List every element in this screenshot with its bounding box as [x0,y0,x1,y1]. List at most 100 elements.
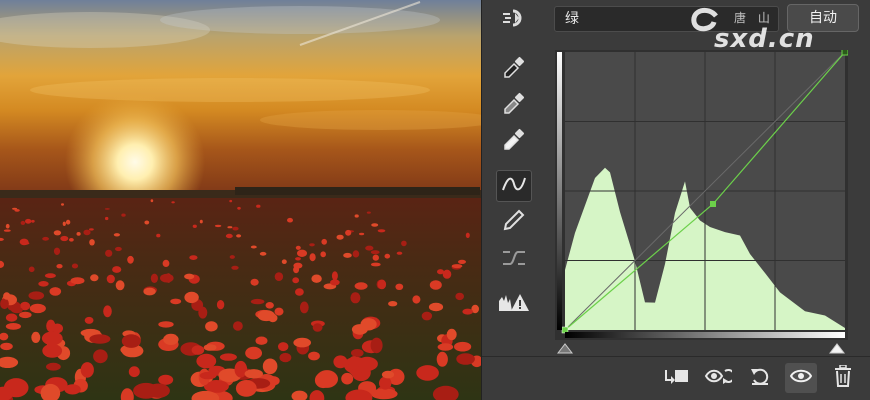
poppy-flower [377,229,386,233]
poppy-flower [412,295,421,304]
poppy-flower [244,369,263,379]
targeted-adjust-icon [501,7,527,33]
poppy-flower [436,351,448,367]
visibility-eye-icon [789,368,813,388]
poppy-flower [232,226,239,231]
poppy-flower [171,201,175,204]
white-input-slider[interactable] [828,343,846,354]
poppy-flower [106,274,115,284]
poppy-flower [341,372,354,385]
poppy-flower [278,342,289,352]
poppy-flower [163,333,179,345]
poppy-flower [231,265,239,270]
white-point-tool[interactable] [496,126,532,158]
poppy-flower [192,224,197,228]
poppy-flower [31,331,41,343]
pencil-tool[interactable] [496,206,532,238]
poppy-flower [372,254,379,261]
poppy-flower [41,331,63,346]
curves-properties-panel: 绿 自动 唐 山 sxd.cn [481,0,870,400]
poppy-flower [257,310,276,322]
poppy-flower [259,251,267,256]
output-gradient-bar [565,332,845,338]
curve-point-tool[interactable] [496,170,532,202]
poppy-flower [158,374,174,385]
gray-point-tool[interactable] [496,90,532,122]
poppy-flower [205,321,218,332]
poppy-flower [56,264,63,269]
curve-graph[interactable] [555,48,849,354]
poppy-flower [191,345,205,355]
poppy-flower [265,302,274,309]
poppy-flower [219,353,237,361]
poppy-flower [150,199,154,203]
poppy-flower [350,292,361,304]
poppy-flower [5,313,18,322]
poppy-flower [255,336,268,345]
view-previous-state-button[interactable] [702,363,736,393]
poppy-flower [351,349,364,357]
poppy-flower [236,234,242,238]
poppy-flower [281,259,287,265]
poppy-flower [150,273,158,283]
poppy-flower [128,366,140,378]
poppy-flower [250,298,265,305]
poppy-flower [370,262,381,267]
poppy-flower [354,282,368,290]
white-point-eyedropper-icon [502,128,526,156]
poppy-flower [189,255,198,260]
canvas-photo [0,0,481,400]
poppy-flower [93,349,108,364]
poppy-flower [454,341,472,352]
poppy-flower [437,343,454,351]
poppy-flower [61,203,64,206]
poppy-flower [42,236,49,241]
poppy-flower [233,321,243,331]
poppy-flower [20,241,30,245]
poppy-flower [115,280,125,291]
channel-dropdown[interactable]: 绿 [554,6,779,32]
black-point-tool[interactable] [496,54,532,86]
poppy-flower [14,209,20,212]
poppy-flower [446,328,457,341]
poppy-flower [203,344,217,351]
auto-button[interactable]: 自动 [787,4,859,32]
poppy-flower [336,234,344,240]
poppy-flower [0,342,13,351]
delete-button[interactable] [827,363,859,393]
smooth-curve-tool[interactable] [496,244,532,276]
poppy-flower [199,219,203,224]
poppy-flower [250,278,259,286]
poppy-flower [293,337,312,348]
poppy-flower [429,280,442,290]
poppy-flower [216,300,225,310]
visibility-toggle-button[interactable] [785,363,817,393]
curve-point-white[interactable] [841,48,849,56]
reset-button[interactable] [744,363,776,393]
poppy-flower [321,238,328,245]
poppy-flower [115,246,122,252]
auto-button-label: 自动 [809,10,837,26]
poppy-flower [295,257,301,261]
poppy-flower [89,334,111,344]
poppy-flower [331,271,338,281]
curve-point-mid[interactable] [710,201,716,207]
targeted-adjust-tool[interactable] [496,4,532,36]
poppy-flower [5,223,10,229]
clip-to-layer-button[interactable] [660,363,692,393]
poppy-flower [19,311,32,319]
poppy-flower [377,279,387,290]
poppy-flower [352,250,360,258]
poppy-flower [237,206,241,210]
poppy-flower [256,204,261,208]
pencil-icon [502,208,526,236]
poppy-flower [455,292,465,301]
black-input-slider[interactable] [556,343,574,354]
poppy-flower [199,371,217,380]
poppy-flower [351,324,368,335]
poppy-flower [312,323,323,332]
delete-icon [833,364,853,391]
poppy-flower [245,346,262,360]
clipping-warning-tool[interactable] [496,288,532,320]
poppy-flower [308,351,320,361]
